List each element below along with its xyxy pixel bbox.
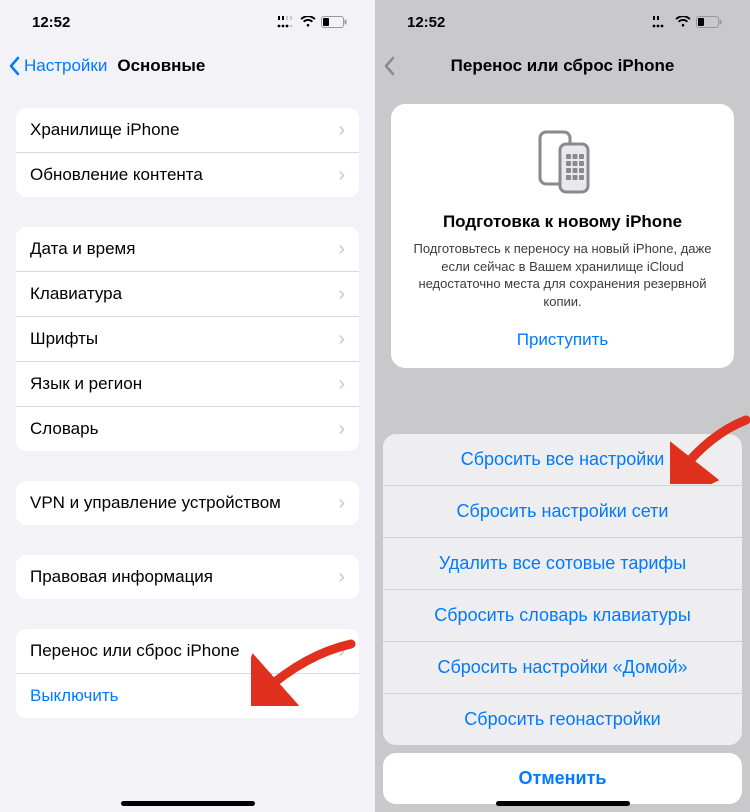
signal-icon <box>277 16 295 28</box>
opt-reset-keyboard-dict[interactable]: Сбросить словарь клавиатуры <box>383 589 742 641</box>
chevron-right-icon: › <box>338 493 345 513</box>
row-background-refresh[interactable]: Обновление контента › <box>16 152 359 197</box>
group-reset: Перенос или сброс iPhone › Выключить <box>16 629 359 718</box>
back-button[interactable]: Настройки <box>0 56 107 76</box>
chevron-right-icon: › <box>338 284 345 304</box>
nav-bar: Настройки Основные <box>0 44 375 88</box>
row-label: Дата и время <box>30 239 135 259</box>
row-shutdown[interactable]: Выключить <box>16 673 359 718</box>
nav-bar: Перенос или сброс iPhone <box>375 44 750 88</box>
row-label: Правовая информация <box>30 567 213 587</box>
row-label: Перенос или сброс iPhone <box>30 641 240 661</box>
row-label: Выключить <box>30 686 118 706</box>
opt-reset-all-settings[interactable]: Сбросить все настройки <box>383 434 742 485</box>
page-title: Основные <box>117 56 205 76</box>
row-date-time[interactable]: Дата и время › <box>16 227 359 271</box>
settings-content: Хранилище iPhone › Обновление контента › Д… <box>0 88 375 718</box>
group-vpn: VPN и управление устройством › <box>16 481 359 525</box>
row-storage[interactable]: Хранилище iPhone › <box>16 108 359 152</box>
battery-icon <box>696 16 722 28</box>
group-legal: Правовая информация › <box>16 555 359 599</box>
row-vpn[interactable]: VPN и управление устройством › <box>16 481 359 525</box>
status-bar: 12:52 <box>0 0 375 44</box>
row-language-region[interactable]: Язык и регион › <box>16 361 359 406</box>
status-bar: 12:52 <box>375 0 750 44</box>
card-heading: Подготовка к новому iPhone <box>411 212 714 232</box>
opt-reset-network-settings[interactable]: Сбросить настройки сети <box>383 485 742 537</box>
chevron-right-icon: › <box>338 419 345 439</box>
group-storage: Хранилище iPhone › Обновление контента › <box>16 108 359 197</box>
signal-icon <box>652 16 670 28</box>
chevron-right-icon: › <box>338 120 345 140</box>
wifi-icon <box>300 16 316 28</box>
chevron-right-icon: › <box>338 165 345 185</box>
row-label: Язык и регион <box>30 374 142 394</box>
row-label: Обновление контента <box>30 165 203 185</box>
status-time: 12:52 <box>32 14 70 31</box>
row-transfer-reset[interactable]: Перенос или сброс iPhone › <box>16 629 359 673</box>
screen-reset-sheet: 12:52 Перенос или сброс iPhone <box>375 0 750 812</box>
page-title: Перенос или сброс iPhone <box>375 56 750 76</box>
row-label: Словарь <box>30 419 98 439</box>
back-label: Настройки <box>24 56 107 76</box>
row-label: Клавиатура <box>30 284 122 304</box>
status-icons <box>652 16 722 28</box>
devices-icon <box>411 128 714 196</box>
opt-reset-location-privacy[interactable]: Сбросить геонастройки <box>383 693 742 745</box>
home-indicator[interactable] <box>496 801 630 806</box>
chevron-right-icon: › <box>338 374 345 394</box>
chevron-right-icon: › <box>338 567 345 587</box>
row-fonts[interactable]: Шрифты › <box>16 316 359 361</box>
card-body: Подготовьтесь к переносу на новый iPhone… <box>411 240 714 310</box>
battery-icon <box>321 16 347 28</box>
row-legal[interactable]: Правовая информация › <box>16 555 359 599</box>
row-label: Шрифты <box>30 329 98 349</box>
chevron-right-icon: › <box>338 329 345 349</box>
action-sheet: Сбросить все настройки Сбросить настройк… <box>383 434 742 745</box>
row-label: Хранилище iPhone <box>30 120 179 140</box>
screen-general-settings: 12:52 Настройки Основные Хранилище iPhon… <box>0 0 375 812</box>
back-button[interactable] <box>375 56 395 76</box>
chevron-left-icon <box>383 56 395 76</box>
card-cta[interactable]: Приступить <box>411 324 714 356</box>
chevron-left-icon <box>8 56 20 76</box>
chevron-right-icon: › <box>338 239 345 259</box>
opt-remove-cellular-plans[interactable]: Удалить все сотовые тарифы <box>383 537 742 589</box>
chevron-right-icon: › <box>338 641 345 661</box>
group-locale: Дата и время › Клавиатура › Шрифты › Язык и… <box>16 227 359 451</box>
home-indicator[interactable] <box>121 801 255 806</box>
row-label: VPN и управление устройством <box>30 493 281 513</box>
wifi-icon <box>675 16 691 28</box>
action-sheet-container: Сбросить все настройки Сбросить настройк… <box>375 426 750 812</box>
row-dictionary[interactable]: Словарь › <box>16 406 359 451</box>
cancel-button[interactable]: Отменить <box>383 753 742 804</box>
row-keyboard[interactable]: Клавиатура › <box>16 271 359 316</box>
status-time: 12:52 <box>407 14 445 31</box>
opt-reset-home-layout[interactable]: Сбросить настройки «Домой» <box>383 641 742 693</box>
status-icons <box>277 16 347 28</box>
prepare-card: Подготовка к новому iPhone Подготовьтесь… <box>391 104 734 368</box>
